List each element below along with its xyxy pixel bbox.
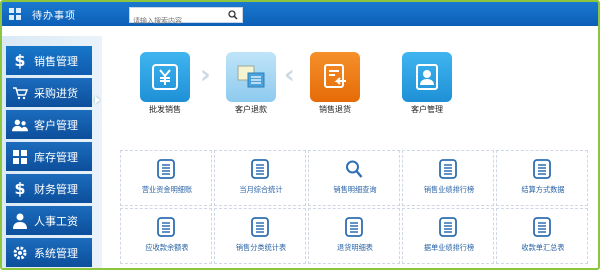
document-icon: [251, 217, 269, 237]
active-indicator-arrow: [95, 96, 100, 104]
document-icon: [439, 159, 457, 179]
search-icon: [346, 160, 363, 178]
sidebar: $ 销售管理 采购进货 客户管理 库存管理 $ 财务管理 人事工资 系统管理: [2, 36, 102, 268]
sidebar-item-finance[interactable]: $ 财务管理: [6, 174, 92, 203]
sidebar-item-system[interactable]: 系统管理: [6, 238, 92, 267]
report-monthly-stats[interactable]: 当月综合统计: [214, 150, 306, 206]
report-label: 收款单汇总表: [521, 243, 565, 252]
contact-icon: [416, 64, 438, 90]
document-icon: [251, 159, 269, 179]
report-label: 应收款余额表: [145, 243, 189, 252]
flow-label: 批发销售: [149, 105, 181, 114]
customer-management-tile[interactable]: [402, 52, 452, 102]
document-icon: [439, 217, 457, 237]
report-label: 营业资金明细账: [141, 185, 193, 194]
report-receivables[interactable]: 应收款余额表: [120, 208, 212, 264]
flow-label: 客户管理: [411, 105, 443, 114]
report-funds-detail[interactable]: 营业资金明细账: [120, 150, 212, 206]
window-title: 待办事项: [32, 11, 76, 22]
title-bar: 待办事项: [2, 2, 598, 28]
search-box[interactable]: [129, 7, 243, 28]
report-sales-ranking[interactable]: 销售业绩排行榜: [402, 150, 494, 206]
report-label: 据单业绩排行榜: [423, 243, 475, 252]
sales-return-tile[interactable]: [310, 52, 360, 102]
sidebar-item-label: 人事工资: [34, 214, 78, 228]
flow-label: 销售退货: [319, 105, 351, 114]
sidebar-item-label: 销售管理: [34, 54, 78, 68]
yen-icon: [152, 64, 178, 90]
report-label: 销售明细查询: [333, 185, 377, 194]
search-input[interactable]: [130, 14, 224, 28]
report-label: 当月综合统计: [239, 185, 283, 194]
chevron-left-icon: ‹: [284, 60, 295, 90]
sidebar-item-purchase[interactable]: 采购进货: [6, 78, 92, 107]
report-sales-query[interactable]: 销售明细查询: [308, 150, 400, 206]
report-receipt-summary[interactable]: 收款单汇总表: [496, 208, 588, 264]
windows-icon[interactable]: [9, 8, 21, 20]
chevron-right-icon: ›: [200, 60, 211, 90]
document-icon: [157, 217, 175, 237]
dollar-icon: $: [14, 51, 26, 70]
report-label: 结算方式数据: [521, 185, 565, 194]
document-icon: [345, 217, 363, 237]
main-panel: 批发销售 › 客户退款 ‹ 销售退货 客户管理 营业资金明细账 当月综合统计 销…: [110, 36, 598, 268]
sidebar-item-label: 库存管理: [34, 150, 78, 164]
report-return-detail[interactable]: 退货明细表: [308, 208, 400, 264]
report-label: 销售分类统计表: [235, 243, 287, 252]
report-settlement-data[interactable]: 结算方式数据: [496, 150, 588, 206]
sidebar-item-customers[interactable]: 客户管理: [6, 110, 92, 139]
return-icon: [324, 64, 346, 88]
wholesale-sales-tile[interactable]: [140, 52, 190, 102]
sidebar-item-label: 采购进货: [34, 86, 78, 100]
sidebar-item-inventory[interactable]: 库存管理: [6, 142, 92, 171]
report-label: 退货明细表: [337, 243, 373, 252]
sidebar-item-label: 财务管理: [34, 182, 78, 196]
document-icon: [533, 217, 551, 237]
report-document-ranking[interactable]: 据单业绩排行榜: [402, 208, 494, 264]
document-icon: [157, 159, 175, 179]
sidebar-item-sales[interactable]: $ 销售管理: [6, 46, 92, 75]
refund-icon: [237, 65, 265, 88]
dollar-icon: $: [14, 179, 26, 198]
sidebar-item-label: 系统管理: [34, 246, 78, 260]
document-icon: [533, 159, 551, 179]
gear-icon: [12, 244, 28, 262]
search-icon[interactable]: [228, 10, 238, 20]
app-window: 待办事项 $ 销售管理 采购进货 客户管理: [0, 0, 600, 270]
users-icon: [12, 116, 28, 134]
report-label: 销售业绩排行榜: [423, 185, 475, 194]
flow-label: 客户退款: [235, 105, 267, 114]
cart-icon: [12, 84, 28, 102]
sidebar-item-label: 客户管理: [34, 118, 78, 132]
sidebar-item-hr[interactable]: 人事工资: [6, 206, 92, 235]
report-sales-category[interactable]: 销售分类统计表: [214, 208, 306, 264]
person-icon: [12, 212, 28, 230]
grid-icon: [12, 148, 28, 166]
customer-refund-tile[interactable]: [226, 52, 276, 102]
